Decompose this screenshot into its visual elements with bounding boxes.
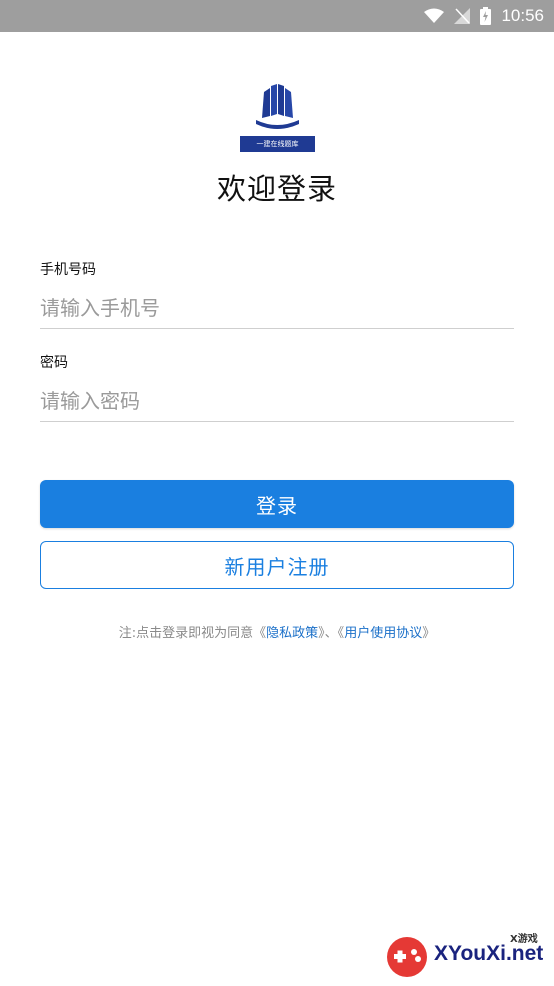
login-button[interactable]: 登录 <box>40 480 514 528</box>
phone-input[interactable] <box>40 288 514 329</box>
password-input[interactable] <box>40 381 514 422</box>
password-label: 密码 <box>40 355 68 371</box>
watermark: X游戏 XYouXi.net <box>384 930 554 986</box>
register-button[interactable]: 新用户注册 <box>40 541 514 589</box>
gamepad-logo-icon <box>387 937 427 977</box>
no-signal-icon <box>454 8 471 24</box>
agreement-note: 注:点击登录即视为同意《隐私政策》、《用户使用协议》 <box>0 622 554 641</box>
phone-label: 手机号码 <box>40 262 96 278</box>
privacy-policy-link[interactable]: 隐私政策 <box>266 626 318 641</box>
watermark-brand: XYouXi.net <box>434 942 544 965</box>
wifi-icon <box>424 8 445 24</box>
status-bar: 10:56 <box>0 0 554 32</box>
status-time: 10:56 <box>501 6 544 25</box>
logo-band-text: 一建在线题库 <box>240 136 315 152</box>
book-logo-icon <box>256 84 299 129</box>
agreement-suffix: 》 <box>422 626 436 641</box>
user-agreement-link[interactable]: 用户使用协议 <box>344 626 422 641</box>
page-title: 欢迎登录 <box>216 172 337 206</box>
battery-charging-icon <box>480 7 492 25</box>
agreement-middle: 》、《 <box>318 626 345 641</box>
app-logo: 一建在线题库 <box>240 84 315 152</box>
agreement-prefix: 注:点击登录即视为同意《 <box>118 626 267 641</box>
